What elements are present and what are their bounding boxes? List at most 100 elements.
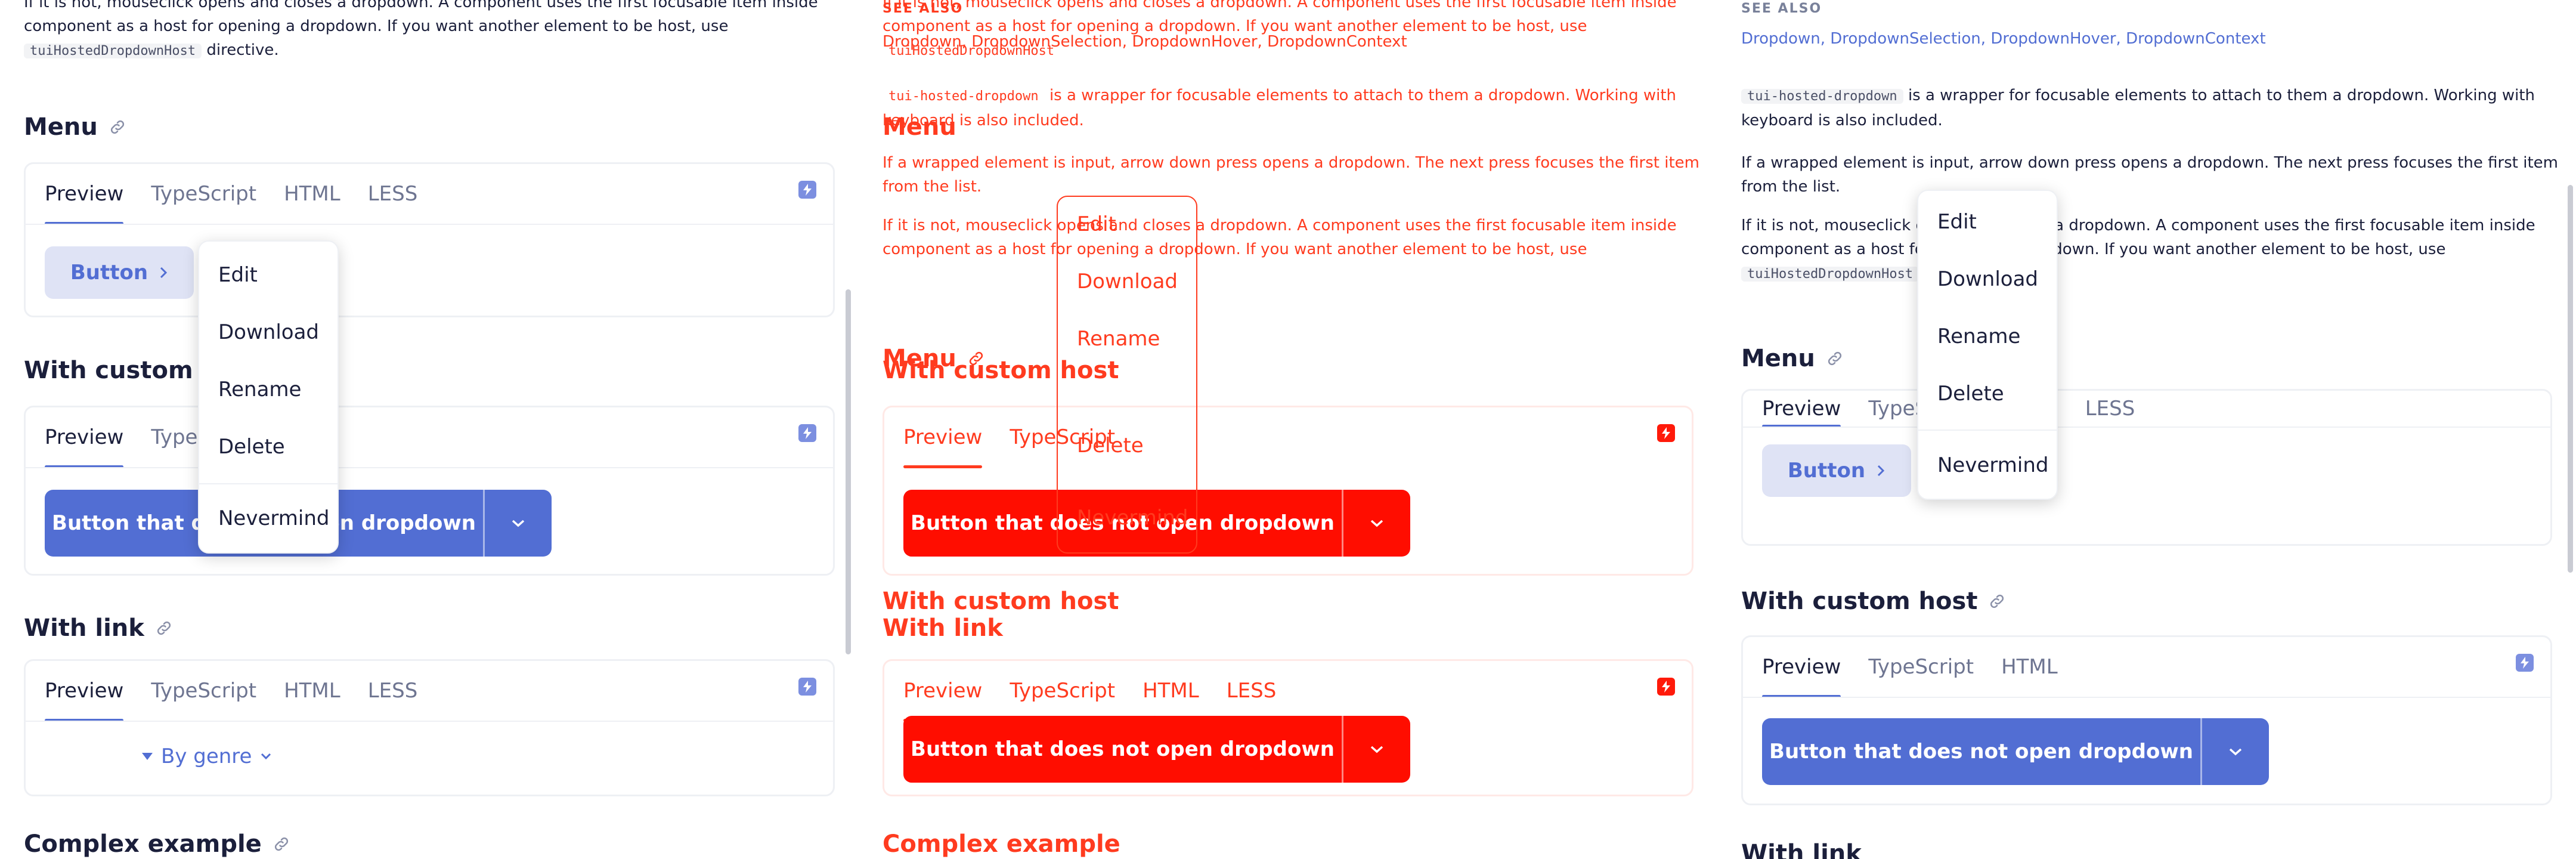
description-paragraph: If it is not, mouseclick opens and close…	[1741, 217, 2535, 282]
stackblitz-icon[interactable]	[1657, 678, 1675, 696]
menu-demo-card: Preview TypeScript HTML LESS Button	[24, 162, 835, 317]
see-also-links: Dropdown, DropdownSelection, DropdownHov…	[883, 33, 1407, 51]
section-menu-heading: Menu	[1741, 345, 1844, 372]
link-icon[interactable]	[1826, 350, 1844, 367]
chevron-right-icon	[160, 267, 168, 279]
dropdown-item-edit[interactable]: Edit	[1077, 212, 1116, 236]
dropdown-item-delete[interactable]: Delete	[1077, 434, 1144, 458]
tab-typescript[interactable]: TypeScript	[151, 164, 256, 224]
panel-left: If it is not, mouseclick opens and close…	[0, 0, 859, 859]
stackblitz-icon[interactable]	[1657, 424, 1675, 442]
tab-less[interactable]: LESS	[368, 164, 418, 224]
section-complex-heading: Complex example	[24, 830, 290, 858]
tab-less[interactable]: LESS	[1227, 661, 1277, 721]
code-snippet: tuiHostedDropdownHost	[1741, 267, 1919, 282]
tab-preview[interactable]: Preview	[903, 661, 983, 722]
dropdown-divider	[199, 483, 338, 484]
dropdown-toggle-button[interactable]	[1342, 716, 1410, 783]
menu-button[interactable]: Button	[1762, 444, 1911, 497]
stackblitz-icon[interactable]	[798, 424, 816, 442]
description-paragraph: tui-hosted-dropdown is a wrapper for foc…	[1741, 86, 2535, 129]
tab-preview[interactable]: Preview	[1762, 391, 1841, 428]
link-dropdown-selection[interactable]: DropdownSelection	[1830, 30, 1981, 48]
section-custom-host-heading: With custom host	[883, 588, 1119, 615]
no-dropdown-button[interactable]: Button that does not open dropdown	[1762, 718, 2200, 785]
tab-less[interactable]: LESS	[2085, 391, 2135, 427]
link-icon[interactable]	[109, 118, 126, 136]
tab-preview[interactable]: Preview	[45, 661, 124, 722]
link-dropdown-hover[interactable]: DropdownHover	[1990, 30, 2116, 48]
section-with-link-heading: With link	[24, 614, 173, 642]
section-menu-heading: Menu	[24, 113, 126, 141]
chevron-right-icon	[1878, 465, 1885, 477]
custom-host-card: Preview TypeScript HTML Button that does…	[1741, 635, 2552, 805]
dropdown-item-nevermind[interactable]: Nevermind	[1077, 506, 1188, 530]
section-custom-host-heading: With custom host	[1741, 588, 2006, 615]
tab-html[interactable]: HTML	[1143, 661, 1199, 721]
tab-html[interactable]: HTML	[284, 661, 340, 721]
see-also-label: SEE ALSO	[1741, 1, 1822, 16]
triangle-down-icon	[142, 753, 153, 760]
tab-preview[interactable]: Preview	[45, 164, 124, 225]
dropdown-menu: Edit Download Rename Delete Nevermind	[1917, 190, 2058, 500]
stackblitz-icon[interactable]	[798, 181, 816, 199]
dropdown-divider	[1918, 430, 2057, 431]
link-icon[interactable]	[1988, 592, 2006, 610]
tab-typescript[interactable]: TypeScript	[151, 661, 256, 721]
dropdown-item-nevermind[interactable]: Nevermind	[1937, 453, 2048, 477]
dropdown-toggle-button[interactable]	[483, 490, 552, 557]
dropdown-item-download[interactable]: Download	[218, 320, 319, 344]
chevron-down-icon	[1370, 746, 1383, 753]
scrollbar[interactable]	[2568, 185, 2573, 573]
stackblitz-icon[interactable]	[798, 678, 816, 696]
panel-diff: SEE ALSO If it is not, mouseclick opens …	[859, 0, 1717, 859]
code-snippet: tui-hosted-dropdown	[1741, 89, 1903, 104]
dropdown-item-rename[interactable]: Rename	[1077, 327, 1160, 351]
menu-button[interactable]: Button	[45, 246, 194, 299]
stackblitz-icon[interactable]	[2516, 654, 2534, 672]
code-snippet: tuiHostedDropdownHost	[24, 44, 202, 58]
tab-preview[interactable]: Preview	[903, 407, 983, 468]
chevron-down-icon	[261, 753, 271, 760]
link-dropdown[interactable]: Dropdown	[1741, 30, 1820, 48]
dropdown-menu: Edit Download Rename Delete Nevermind	[1057, 196, 1197, 554]
dropdown-item-rename[interactable]: Rename	[218, 378, 301, 401]
dropdown-item-download[interactable]: Download	[1937, 267, 2038, 291]
link-icon[interactable]	[155, 619, 173, 637]
scrollbar[interactable]	[846, 289, 851, 654]
no-dropdown-button[interactable]: Button that does not open dropdown	[903, 716, 1342, 783]
dropdown-item-nevermind[interactable]: Nevermind	[218, 506, 329, 530]
section-menu-heading: Menu	[883, 113, 956, 141]
custom-host-card: Preview TypeScript Button that does not …	[883, 406, 1693, 576]
dropdown-item-download[interactable]: Download	[1077, 270, 1178, 293]
link-dropdown-context[interactable]: DropdownContext	[2126, 30, 2266, 48]
chevron-down-icon	[2229, 748, 2242, 756]
tab-preview[interactable]: Preview	[1762, 637, 1841, 698]
with-link-card: Preview TypeScript HTML LESS By genre	[24, 659, 835, 796]
tab-html[interactable]: HTML	[2001, 637, 2058, 697]
dropdown-item-delete[interactable]: Delete	[218, 435, 285, 459]
tab-preview[interactable]: Preview	[45, 407, 124, 468]
see-also-links: Dropdown, DropdownSelection, DropdownHov…	[1741, 30, 2266, 48]
demo-tabs: Preview TypeScript HTML LESS	[45, 164, 418, 225]
with-link-card: Preview TypeScript HTML LESS Button that…	[883, 659, 1693, 796]
description-paragraph: If a wrapped element is input, arrow dow…	[1741, 154, 2558, 196]
dropdown-item-edit[interactable]: Edit	[218, 263, 258, 287]
description-paragraph: tui-hosted-dropdown is a wrapper for foc…	[883, 86, 1677, 129]
dropdown-item-rename[interactable]: Rename	[1937, 325, 2020, 348]
dropdown-item-edit[interactable]: Edit	[1937, 210, 1977, 234]
tab-html[interactable]: HTML	[284, 164, 340, 224]
dropdown-item-delete[interactable]: Delete	[1937, 382, 2004, 406]
description-paragraph: If it is not, mouseclick opens and close…	[883, 217, 1677, 258]
chevron-down-icon	[512, 520, 525, 527]
tab-typescript[interactable]: TypeScript	[1010, 661, 1115, 721]
tab-typescript[interactable]: TypeScript	[1868, 637, 1974, 697]
description-paragraph: If a wrapped element is input, arrow dow…	[883, 154, 1699, 196]
tab-less[interactable]: LESS	[368, 661, 418, 721]
dropdown-toggle-button[interactable]	[2200, 718, 2269, 785]
dropdown-menu: Edit Download Rename Delete Nevermind	[198, 240, 339, 554]
dropdown-toggle-button[interactable]	[1342, 490, 1410, 557]
panel-right: SEE ALSO Dropdown, DropdownSelection, Dr…	[1717, 0, 2576, 859]
genre-link[interactable]: By genre	[142, 744, 272, 768]
link-icon[interactable]	[273, 835, 290, 853]
